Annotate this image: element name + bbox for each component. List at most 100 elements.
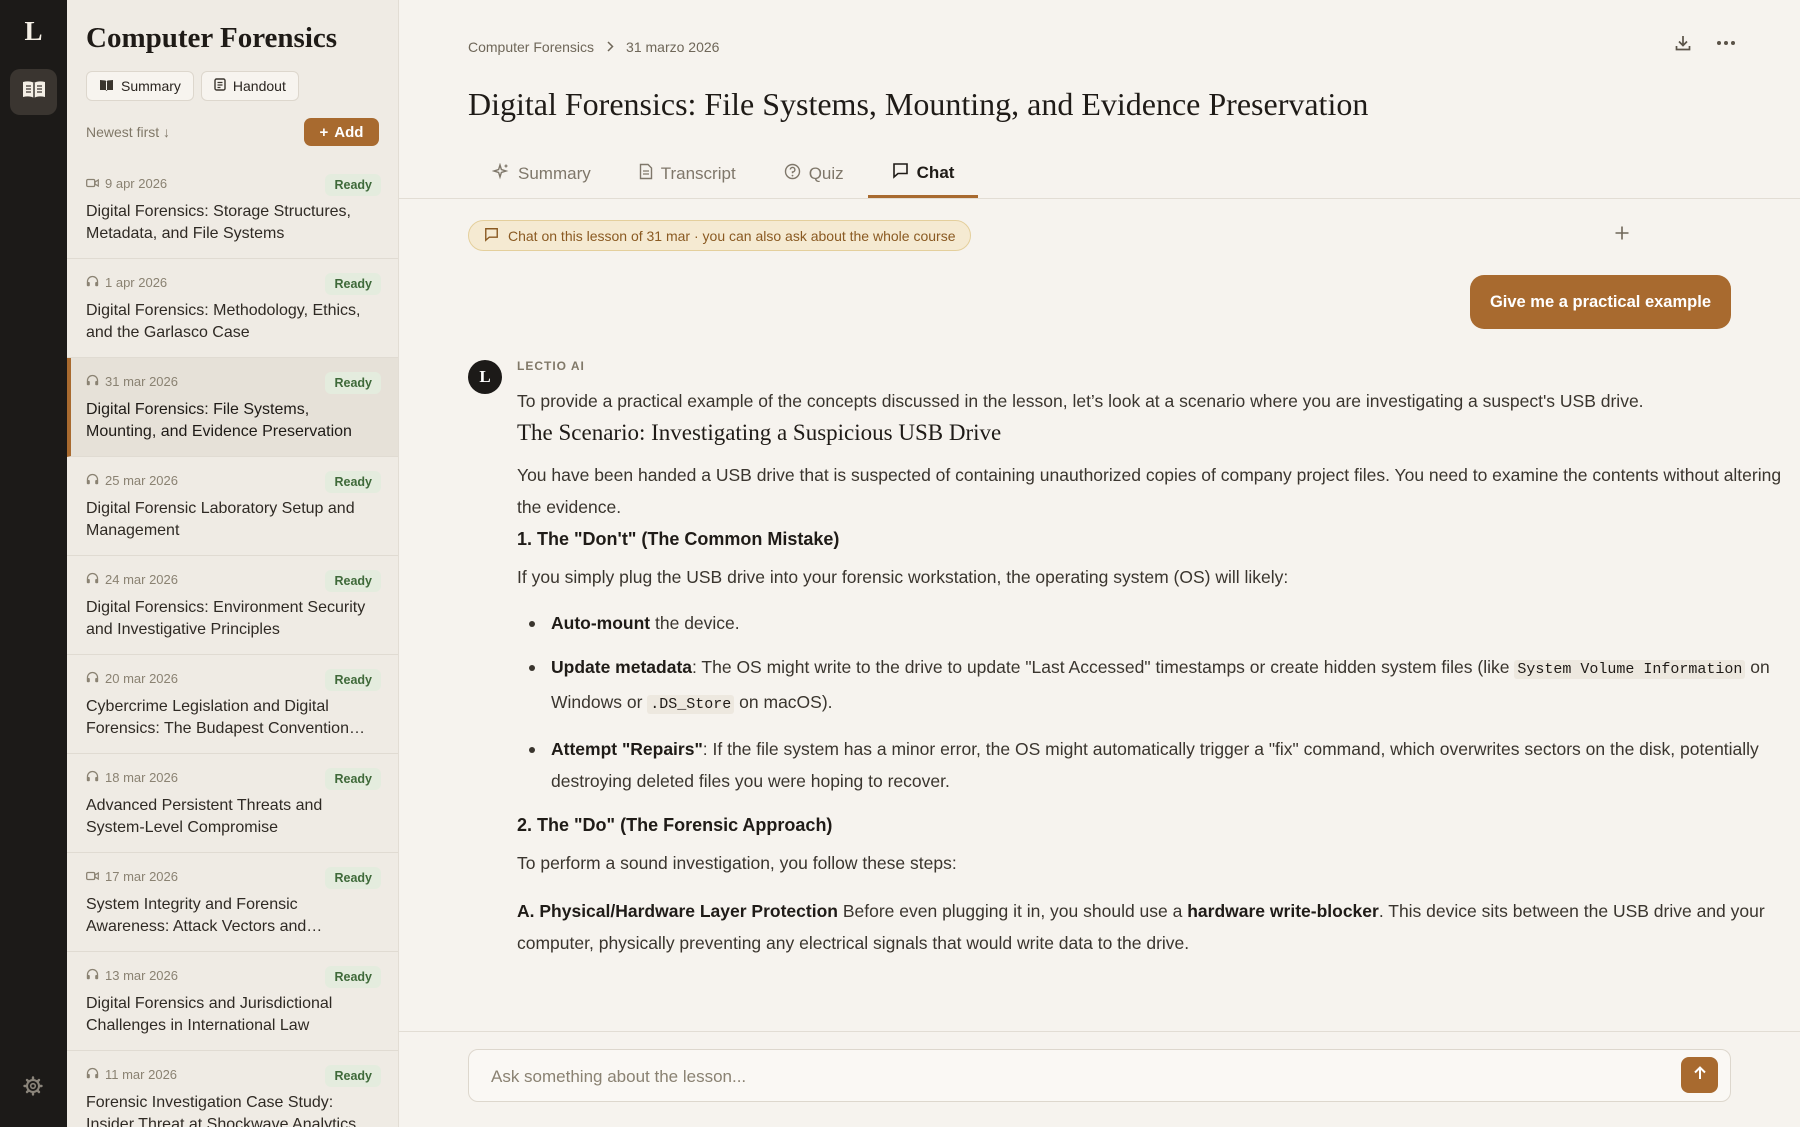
- lesson-item-active[interactable]: 31 mar 2026 Ready Digital Forensics: Fil…: [67, 358, 398, 457]
- lesson-main: Computer Forensics 31 marzo 2026 Digital…: [399, 0, 1800, 1127]
- video-icon: [86, 176, 99, 191]
- breadcrumb-date: 31 marzo 2026: [626, 39, 720, 55]
- lesson-sidebar: Computer Forensics Summary Handout Newes…: [67, 0, 399, 1127]
- more-options-icon[interactable]: [1716, 34, 1736, 57]
- lesson-item[interactable]: 11 mar 2026 Ready Forensic Investigation…: [67, 1051, 398, 1127]
- scenario-text: You have been handed a USB drive that is…: [517, 465, 1782, 517]
- status-badge: Ready: [325, 471, 381, 493]
- headphones-icon: [86, 473, 99, 488]
- tab-summary[interactable]: Summary: [468, 150, 615, 198]
- status-badge: Ready: [325, 867, 381, 889]
- chat-icon: [892, 162, 909, 184]
- dont-list: Auto-mount the device. Update metadata: …: [517, 607, 1783, 797]
- lesson-item[interactable]: 20 mar 2026 Ready Cybercrime Legislation…: [67, 655, 398, 754]
- user-message-bubble: Give me a practical example: [1469, 275, 1731, 329]
- chevron-right-icon: [606, 39, 614, 55]
- status-badge: Ready: [325, 1065, 381, 1087]
- chat-icon: [484, 227, 499, 245]
- assistant-avatar: L: [468, 360, 502, 394]
- tabs-divider: [399, 198, 1800, 199]
- tab-summary-label: Summary: [518, 164, 591, 183]
- headphones-icon: [86, 770, 99, 785]
- plus-icon: +: [319, 123, 329, 141]
- breadcrumb-course[interactable]: Computer Forensics: [468, 39, 594, 55]
- headphones-icon: [86, 968, 99, 983]
- sparkle-icon: [491, 162, 510, 186]
- list-item: Attempt "Repairs": If the file system ha…: [517, 733, 1783, 797]
- lesson-date: 17 mar 2026: [105, 869, 178, 884]
- course-summary-label: Summary: [121, 78, 181, 94]
- status-badge: Ready: [325, 570, 381, 592]
- lesson-date: 11 mar 2026: [105, 1067, 178, 1082]
- lesson-title: Advanced Persistent Threats and System-L…: [86, 797, 323, 836]
- lesson-date: 24 mar 2026: [105, 572, 178, 587]
- tab-quiz[interactable]: Quiz: [760, 150, 868, 198]
- lesson-title: Digital Forensics: File Systems, Mountin…: [86, 401, 352, 440]
- list-item: Auto-mount the device.: [517, 607, 1783, 639]
- sort-toggle[interactable]: Newest first ↓: [86, 124, 170, 140]
- lesson-item[interactable]: 9 apr 2026 Ready Digital Forensics: Stor…: [67, 160, 398, 259]
- lesson-title: Digital Forensics: Storage Structures, M…: [86, 203, 351, 242]
- status-badge: Ready: [325, 669, 381, 691]
- course-handout-button[interactable]: Handout: [200, 71, 299, 101]
- download-icon[interactable]: [1674, 34, 1692, 57]
- lesson-title: Cybercrime Legislation and Digital Foren…: [86, 698, 349, 737]
- page-title: Digital Forensics: File Systems, Mountin…: [468, 86, 1369, 122]
- gear-icon: [23, 1075, 43, 1101]
- plus-icon: [1614, 225, 1630, 246]
- lesson-item[interactable]: 18 mar 2026 Ready Advanced Persistent Th…: [67, 754, 398, 853]
- lesson-item[interactable]: 25 mar 2026 Ready Digital Forensic Labor…: [67, 457, 398, 556]
- headphones-icon: [86, 572, 99, 587]
- handout-icon: [214, 78, 226, 94]
- dont-intro: If you simply plug the USB drive into yo…: [517, 567, 1289, 587]
- help-circle-icon: [784, 163, 801, 185]
- lesson-item[interactable]: 17 mar 2026 Ready System Integrity and F…: [67, 853, 398, 952]
- lesson-item[interactable]: 1 apr 2026 Ready Digital Forensics: Meth…: [67, 259, 398, 358]
- course-title: Computer Forensics: [86, 22, 338, 54]
- new-chat-button[interactable]: [1611, 224, 1633, 246]
- breadcrumb: Computer Forensics 31 marzo 2026: [468, 39, 719, 55]
- add-lesson-button[interactable]: + Add: [304, 118, 379, 146]
- lesson-item[interactable]: 13 mar 2026 Ready Digital Forensics and …: [67, 952, 398, 1051]
- course-handout-label: Handout: [232, 78, 286, 94]
- lesson-title: System Integrity and Forensic Awareness:…: [86, 896, 307, 935]
- status-badge: Ready: [325, 273, 381, 295]
- headphones-icon: [86, 275, 99, 290]
- chat-context-text: Chat on this lesson of 31 mar · you can …: [508, 227, 956, 244]
- dont-heading: 1. The "Don't" (The Common Mistake): [517, 529, 840, 549]
- assistant-message: To provide a practical example of the co…: [517, 385, 1783, 1030]
- lesson-item[interactable]: 24 mar 2026 Ready Digital Forensics: Env…: [67, 556, 398, 655]
- book-open-icon: [22, 80, 46, 105]
- add-lesson-label: Add: [334, 123, 364, 141]
- lesson-title: Forensic Investigation Case Study: Insid…: [86, 1094, 357, 1127]
- library-button[interactable]: [10, 69, 57, 115]
- lesson-date: 13 mar 2026: [105, 968, 178, 983]
- step-a-text: A. Physical/Hardware Layer Protection Be…: [517, 901, 1765, 953]
- lesson-date: 20 mar 2026: [105, 671, 178, 686]
- lesson-date: 1 apr 2026: [105, 275, 168, 290]
- status-badge: Ready: [325, 372, 381, 394]
- lesson-date: 25 mar 2026: [105, 473, 178, 488]
- tab-chat[interactable]: Chat: [867, 150, 979, 198]
- lesson-title: Digital Forensics: Environment Security …: [86, 599, 366, 638]
- app-logo[interactable]: L: [0, 16, 67, 47]
- arrow-up-icon: [1692, 1065, 1708, 1086]
- tab-transcript[interactable]: Transcript: [615, 150, 760, 198]
- lesson-tabs: Summary Transcript Quiz Chat: [468, 150, 979, 198]
- send-button[interactable]: [1681, 1057, 1718, 1093]
- chat-input[interactable]: [491, 1065, 1641, 1089]
- settings-button[interactable]: [20, 1075, 46, 1101]
- do-heading: 2. The "Do" (The Forensic Approach): [517, 815, 833, 835]
- status-badge: Ready: [325, 174, 381, 196]
- headphones-icon: [86, 671, 99, 686]
- course-summary-button[interactable]: Summary: [86, 71, 194, 101]
- lesson-date: 9 apr 2026: [105, 176, 168, 191]
- headphones-icon: [86, 374, 99, 389]
- list-item: Update metadata: The OS might write to t…: [517, 651, 1783, 721]
- scenario-heading: The Scenario: Investigating a Suspicious…: [517, 420, 1002, 445]
- assistant-label: LECTIO AI: [517, 359, 585, 373]
- lesson-date: 31 mar 2026: [105, 374, 178, 389]
- lesson-title: Digital Forensics and Jurisdictional Cha…: [86, 995, 333, 1034]
- tab-transcript-label: Transcript: [660, 164, 736, 183]
- document-icon: [639, 163, 653, 185]
